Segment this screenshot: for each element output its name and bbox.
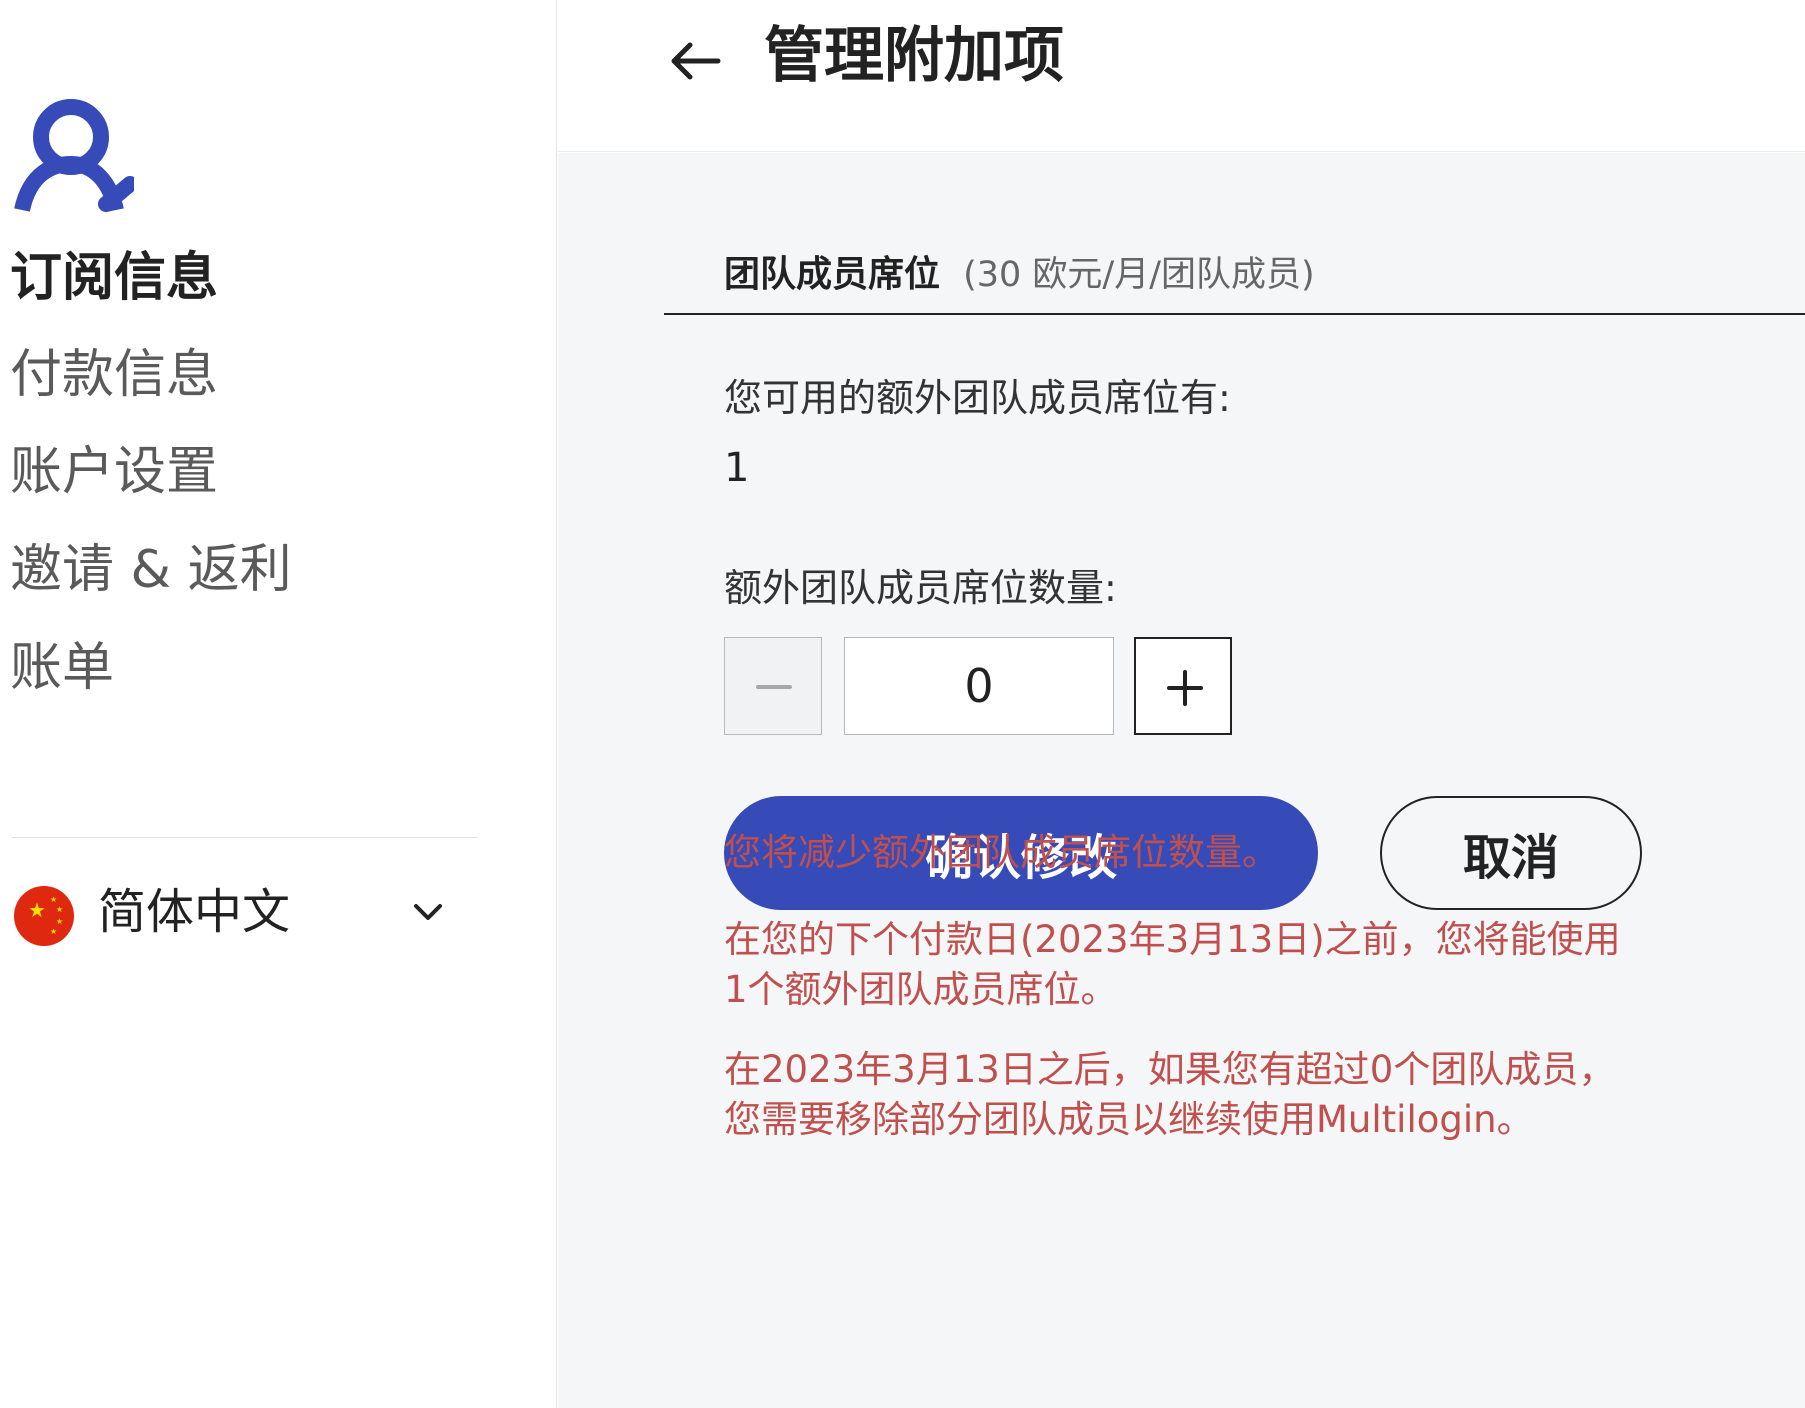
available-seats-label: 您可用的额外团队成员席位有: bbox=[724, 376, 1231, 420]
page-header: 管理附加项 bbox=[558, 0, 1805, 152]
notice-remove-members: 在2023年3月13日之后，如果您有超过0个团队成员，您需要移除部分团队成员以继… bbox=[724, 1048, 1616, 1141]
nav-item-subscription[interactable]: 订阅信息 bbox=[10, 246, 218, 310]
language-selector[interactable]: ★ ★ ★ ★ ★ 简体中文 bbox=[12, 880, 442, 946]
increment-button[interactable] bbox=[1134, 637, 1232, 735]
multilogin-logo-icon bbox=[14, 99, 134, 212]
language-label: 简体中文 bbox=[98, 884, 291, 940]
nav-item-invoices[interactable]: 账单 bbox=[10, 636, 114, 700]
nav-item-account-settings[interactable]: 账户设置 bbox=[10, 440, 218, 504]
minus-icon bbox=[756, 685, 792, 689]
quantity-label: 额外团队成员席位数量: bbox=[724, 566, 1117, 610]
china-flag-icon: ★ ★ ★ ★ ★ bbox=[14, 886, 74, 946]
available-seats-value: 1 bbox=[724, 445, 750, 491]
sidebar: 订阅信息 付款信息 账户设置 邀请 & 返利 账单 ★ ★ ★ ★ ★ 简体中文 bbox=[0, 0, 557, 1408]
plus-icon bbox=[1167, 670, 1203, 706]
notice-reduce-seats: 您将减少额外团队成员席位数量。 bbox=[724, 831, 1279, 874]
section-price: (30 欧元/月/团队成员) bbox=[963, 255, 1315, 295]
main-content: 团队成员席位 (30 欧元/月/团队成员) 您可用的额外团队成员席位有: 1 额… bbox=[558, 153, 1805, 1408]
nav-item-referral[interactable]: 邀请 & 返利 bbox=[10, 538, 292, 602]
notice-next-payment: 在您的下个付款日(2023年3月13日)之前，您将能使用1个额外团队成员席位。 bbox=[724, 918, 1621, 1011]
section-title: 团队成员席位 bbox=[724, 254, 941, 295]
decrement-button[interactable] bbox=[724, 637, 822, 735]
quantity-input[interactable] bbox=[844, 637, 1114, 735]
sidebar-divider bbox=[12, 837, 478, 838]
arrow-left-icon[interactable] bbox=[668, 34, 722, 88]
nav-item-payment[interactable]: 付款信息 bbox=[10, 343, 218, 407]
section-divider bbox=[664, 313, 1805, 315]
section-header: 团队成员席位 (30 欧元/月/团队成员) bbox=[724, 245, 1315, 301]
page-title: 管理附加项 bbox=[764, 21, 1064, 91]
chevron-down-icon bbox=[414, 904, 442, 920]
